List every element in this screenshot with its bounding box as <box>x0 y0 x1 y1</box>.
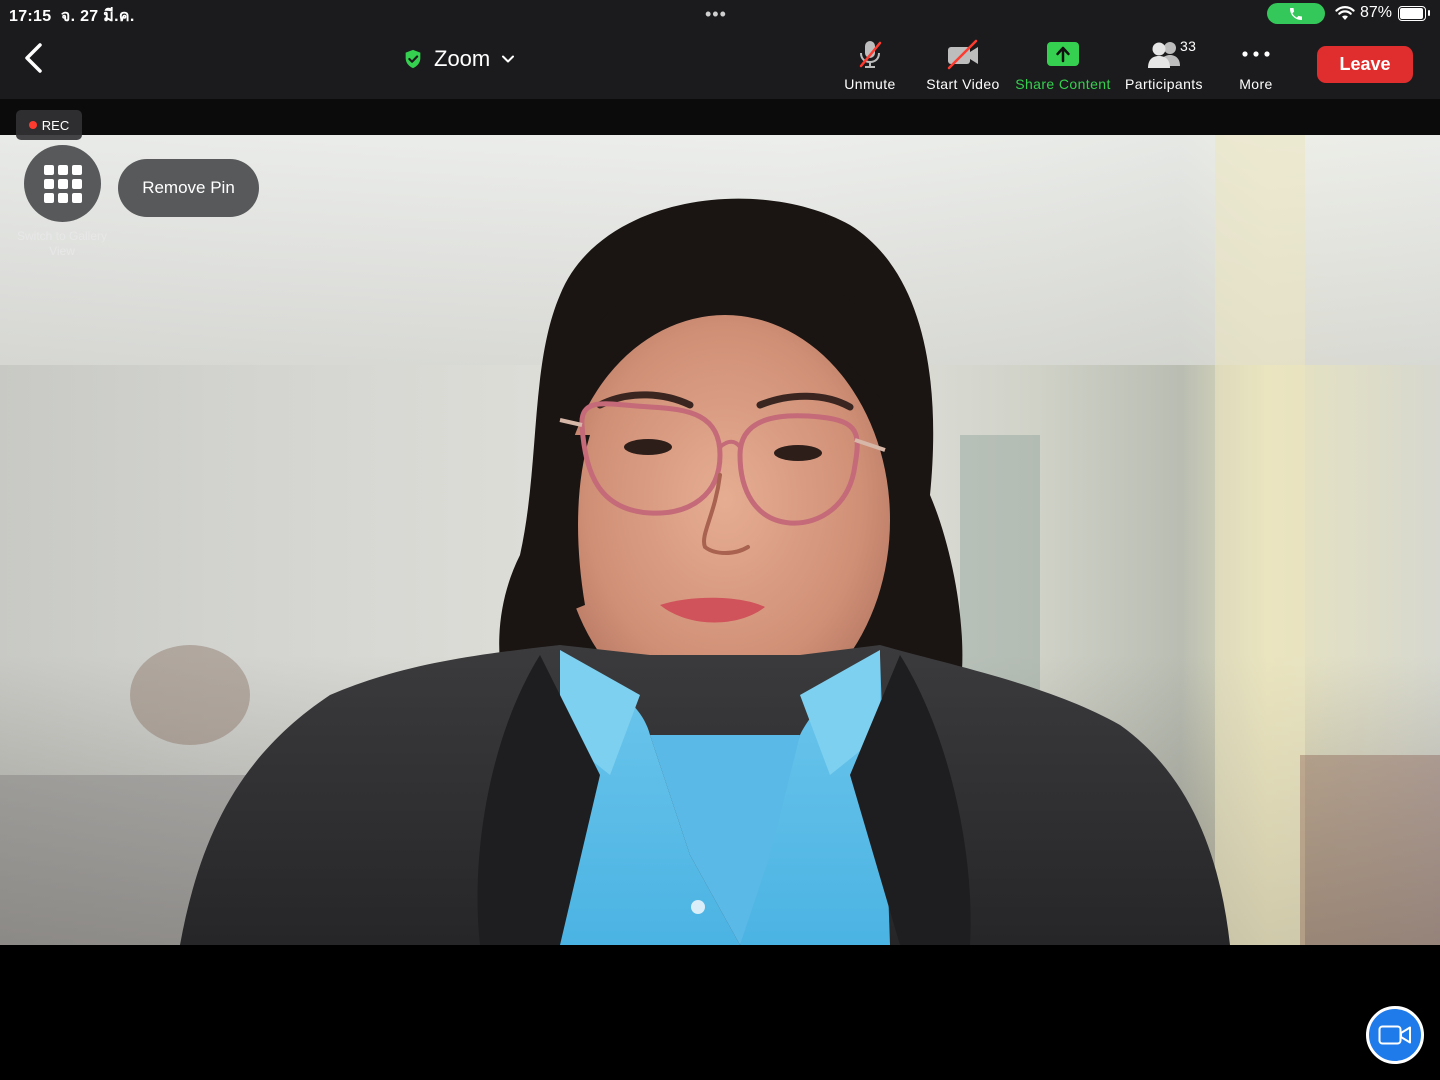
more-button[interactable]: More <box>1230 38 1282 92</box>
participants-label: Participants <box>1125 76 1203 92</box>
phone-icon <box>1290 8 1302 20</box>
unmute-button[interactable]: Unmute <box>838 38 902 92</box>
pinned-participant-video[interactable] <box>0 135 1440 945</box>
active-call-indicator[interactable] <box>1267 3 1325 24</box>
leave-button[interactable]: Leave <box>1317 46 1413 83</box>
recording-dot-icon <box>28 121 37 129</box>
participants-count: 33 <box>1180 38 1197 54</box>
meeting-info-dropdown[interactable]: Zoom <box>402 46 516 72</box>
meeting-title: Zoom <box>434 46 491 71</box>
battery-percent: 87% <box>1360 4 1393 21</box>
switch-to-gallery-view-label: Switch to Gallery View <box>16 229 108 258</box>
chevron-down-icon <box>502 55 515 63</box>
video-off-icon <box>947 39 978 70</box>
back-chevron-icon[interactable] <box>20 42 50 74</box>
status-bar: 17:15 จ. 27 มี.ค. ••• 87% <box>0 0 1440 28</box>
share-content-label: Share Content <box>1015 76 1111 92</box>
status-date: จ. 27 มี.ค. <box>60 8 135 25</box>
shield-check-icon <box>405 49 421 69</box>
multitasking-dots-icon[interactable]: ••• <box>705 4 727 25</box>
share-screen-icon <box>1047 42 1079 66</box>
start-video-label: Start Video <box>926 76 1000 92</box>
more-dots-icon <box>1242 51 1270 57</box>
share-content-button[interactable]: Share Content <box>1012 38 1114 92</box>
remove-pin-button[interactable]: Remove Pin <box>118 159 259 217</box>
status-time: 17:15 จ. 27 มี.ค. <box>9 8 135 25</box>
grid-icon <box>43 164 82 203</box>
participant-video-frame <box>0 135 1440 945</box>
meeting-toolbar: Zoom Unmute Start Video Share Content 33… <box>0 28 1440 99</box>
recording-label: REC <box>41 117 70 133</box>
start-video-button[interactable]: Start Video <box>922 38 1004 92</box>
participants-button[interactable]: 33 Participants <box>1120 38 1208 92</box>
video-camera-icon <box>1378 1025 1411 1045</box>
wifi-icon <box>1335 6 1355 20</box>
recording-indicator[interactable]: REC <box>16 110 82 140</box>
unmute-label: Unmute <box>844 76 896 92</box>
participants-icon <box>1148 42 1180 68</box>
more-label: More <box>1239 76 1273 92</box>
battery-icon <box>1398 6 1426 21</box>
muted-microphone-icon <box>859 41 882 68</box>
switch-to-gallery-view-button[interactable] <box>24 145 101 222</box>
top-letterbox <box>0 99 1440 135</box>
camera-floating-button[interactable] <box>1366 1006 1424 1064</box>
